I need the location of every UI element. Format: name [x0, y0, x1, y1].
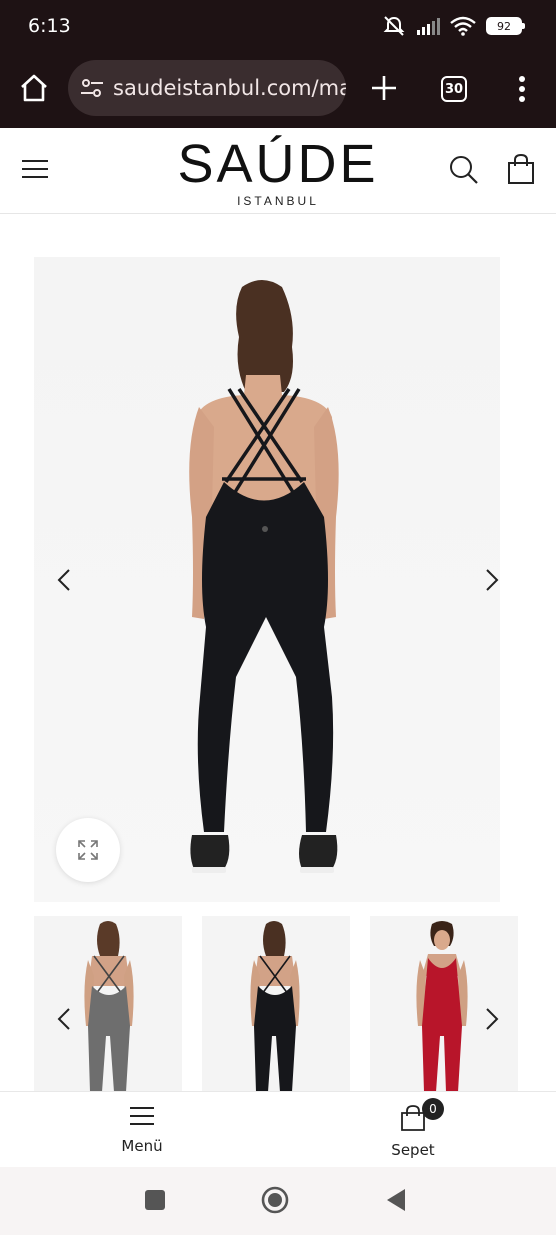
thumbnail-strip [34, 916, 520, 1092]
tab-count-label: 30 [444, 81, 464, 97]
main-product-image[interactable] [34, 257, 500, 902]
bag-icon[interactable] [506, 153, 536, 185]
bottom-nav: Menü 0 Sepet [0, 1091, 556, 1167]
stop-icon[interactable] [144, 1189, 166, 1211]
status-icons: 92 [382, 14, 525, 38]
chevron-right-icon[interactable] [480, 565, 504, 595]
site-header: SAÚDE ISTANBUL [0, 128, 556, 214]
status-time: 6:13 [28, 15, 71, 37]
address-bar[interactable]: saudeistanbul.com/ma [68, 60, 346, 116]
url-text: saudeistanbul.com/ma [113, 76, 346, 100]
more-vert-icon[interactable] [512, 74, 532, 104]
plus-icon[interactable] [368, 72, 400, 104]
search-icon[interactable] [449, 155, 479, 185]
mute-icon [383, 16, 405, 36]
menu-label: Menü [121, 1137, 163, 1155]
logo-sub: ISTANBUL [237, 194, 319, 208]
wifi-icon [450, 16, 476, 36]
thumbnail-2[interactable] [202, 916, 350, 1092]
cart-count: 0 [429, 1102, 437, 1116]
battery-level: 92 [497, 19, 511, 33]
cart-label: Sepet [391, 1141, 435, 1159]
cart-count-badge: 0 [422, 1098, 444, 1120]
thumb-chevron-right-icon[interactable] [480, 1004, 504, 1034]
menu-nav-button[interactable]: Menü [87, 1104, 197, 1155]
status-bar: 6:13 92 [0, 0, 556, 52]
menu-icon [130, 1107, 154, 1125]
battery-indicator: 92 [486, 17, 525, 35]
chevron-left-icon[interactable] [52, 565, 76, 595]
home-icon[interactable] [18, 72, 50, 104]
zoom-button[interactable] [56, 818, 120, 882]
tune-icon[interactable] [79, 75, 105, 101]
home-circle-icon[interactable] [260, 1185, 290, 1215]
thumb-black-jumpsuit [250, 921, 300, 1092]
system-nav-bar [0, 1167, 556, 1235]
back-icon[interactable] [384, 1187, 408, 1213]
expand-icon [78, 840, 98, 860]
browser-toolbar: saudeistanbul.com/ma 30 [0, 52, 556, 128]
thumb-chevron-left-icon[interactable] [52, 1004, 76, 1034]
tab-switcher-button[interactable]: 30 [441, 76, 467, 102]
cart-nav-button[interactable]: 0 Sepet [358, 1098, 468, 1159]
model-black-jumpsuit-back [189, 280, 339, 873]
signal-icon [417, 18, 440, 35]
